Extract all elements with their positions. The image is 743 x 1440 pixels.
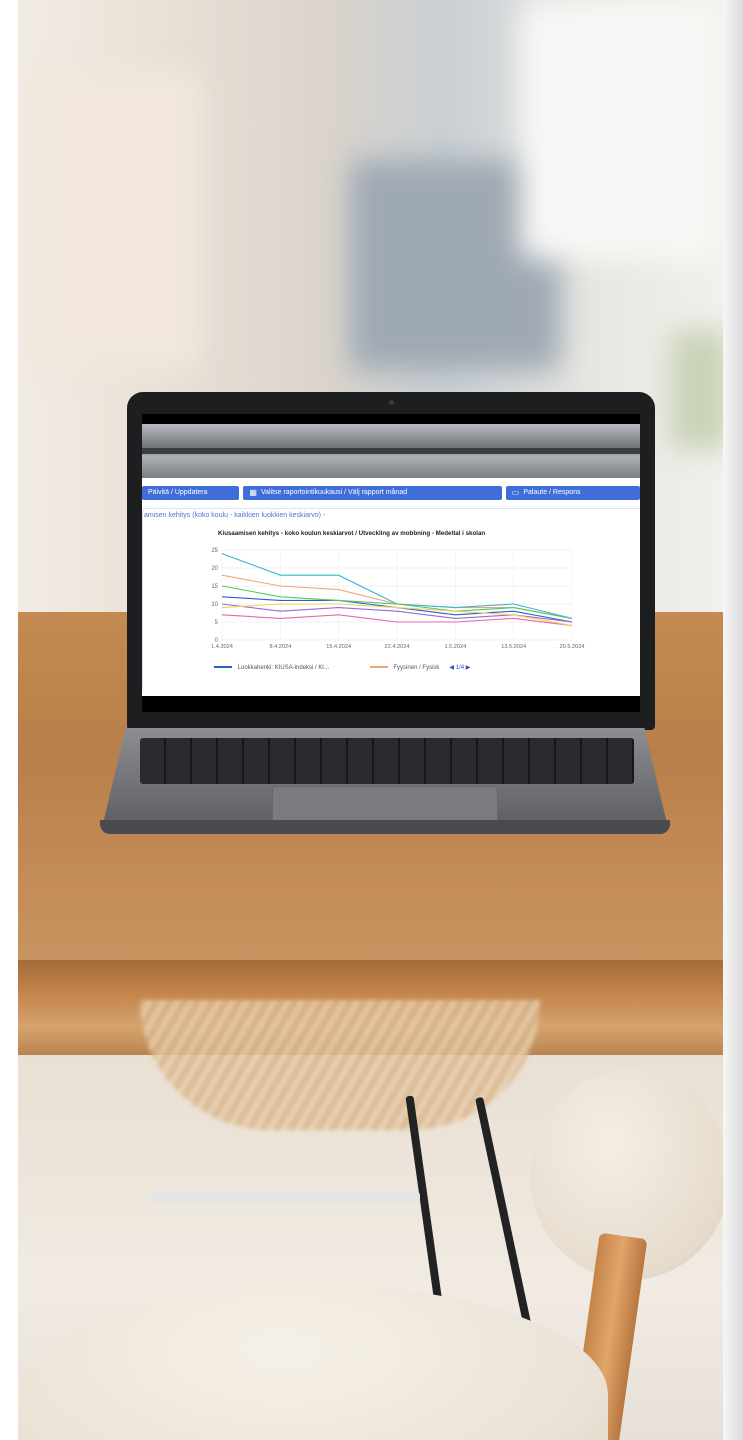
x-tick-label: 20.5.2024 (560, 644, 585, 650)
legend-item[interactable]: Luokkahenki: KIUSA-indeksi / Kl… (214, 665, 330, 671)
photo-scene: Päivitä / Uppdatera ▦ Valitse raportoint… (0, 0, 743, 1440)
legend-label: Luokkahenki: KIUSA-indeksi / Kl… (237, 664, 330, 671)
right-frame (723, 0, 743, 1440)
y-tick-label: 20 (211, 566, 218, 572)
laptop-screen: Päivitä / Uppdatera ▦ Valitse raportoint… (142, 414, 640, 712)
left-frame (0, 0, 18, 1440)
refresh-button[interactable]: Päivitä / Uppdatera (142, 486, 240, 500)
legend-item[interactable]: Fyysinen / Fysisk (369, 664, 440, 671)
y-tick-label: 5 (215, 620, 219, 626)
y-tick-label: 10 (211, 602, 218, 608)
x-tick-label: 1.4.2024 (211, 644, 233, 650)
legend-swatch (214, 665, 232, 668)
select-month-button[interactable]: ▦ Valitse raportointikuukausi / Välj rap… (243, 486, 502, 500)
refresh-button-label: Päivitä / Uppdatera (148, 489, 208, 496)
x-tick-label: 13.5.2024 (501, 644, 526, 650)
laptop-base-lip (100, 820, 670, 834)
app-window: Päivitä / Uppdatera ▦ Valitse raportoint… (142, 478, 640, 696)
chart-legend: Luokkahenki: KIUSA-indeksi / Kl… Fyysine… (214, 664, 470, 671)
legend-swatch (369, 665, 388, 668)
chart-title: Kiusaamisen kehitys - koko koulun keskia… (218, 530, 486, 537)
chair-rail (150, 1192, 420, 1202)
header-photo-rail (142, 448, 640, 454)
message-icon: ▭ (511, 488, 520, 497)
chevron-right-icon[interactable]: ▶ (466, 665, 471, 671)
feedback-button-label: Palaute / Respons (523, 489, 581, 496)
x-tick-label: 22.4.2024 (385, 644, 410, 650)
calendar-icon: ▦ (249, 488, 257, 497)
x-axis-ticks: 1.4.2024 8.4.2024 15.4.2024 22.4.2024 1.5.20… (211, 644, 584, 650)
select-month-label: Valitse raportointikuukausi / Välj rappo… (260, 489, 408, 496)
y-tick-label: 25 (211, 548, 218, 554)
y-axis-ticks: 0510152025 (211, 548, 218, 644)
toolbar: Päivitä / Uppdatera ▦ Valitse raportoint… (142, 486, 640, 500)
window-blur (520, 0, 720, 260)
x-tick-label: 8.4.2024 (269, 644, 291, 650)
line-chart: 0510152025 1.4.2024 8.4.2024 15.4.2024 22.4… (211, 548, 584, 650)
section-title: amisen kehitys (koko koulu - kaikkien lu… (144, 512, 326, 519)
legend-label: Fyysinen / Fysisk (393, 664, 440, 671)
keyboard (140, 738, 634, 784)
legend-pager[interactable]: ◀ 1/4 ▶ (449, 664, 470, 671)
plant-blur (670, 330, 730, 450)
legend-page: 1/4 (455, 665, 465, 671)
shelf-blur (30, 70, 200, 370)
camera-icon (389, 400, 394, 405)
feedback-button[interactable]: ▭ Palaute / Respons (505, 486, 640, 500)
x-tick-label: 15.4.2024 (326, 644, 351, 650)
y-tick-label: 15 (211, 584, 218, 590)
laptop-lid: Päivitä / Uppdatera ▦ Valitse raportoint… (127, 392, 655, 730)
chart-grid (221, 549, 573, 641)
chevron-left-icon[interactable]: ◀ (449, 665, 454, 671)
x-tick-label: 1.5.2024 (444, 644, 466, 650)
